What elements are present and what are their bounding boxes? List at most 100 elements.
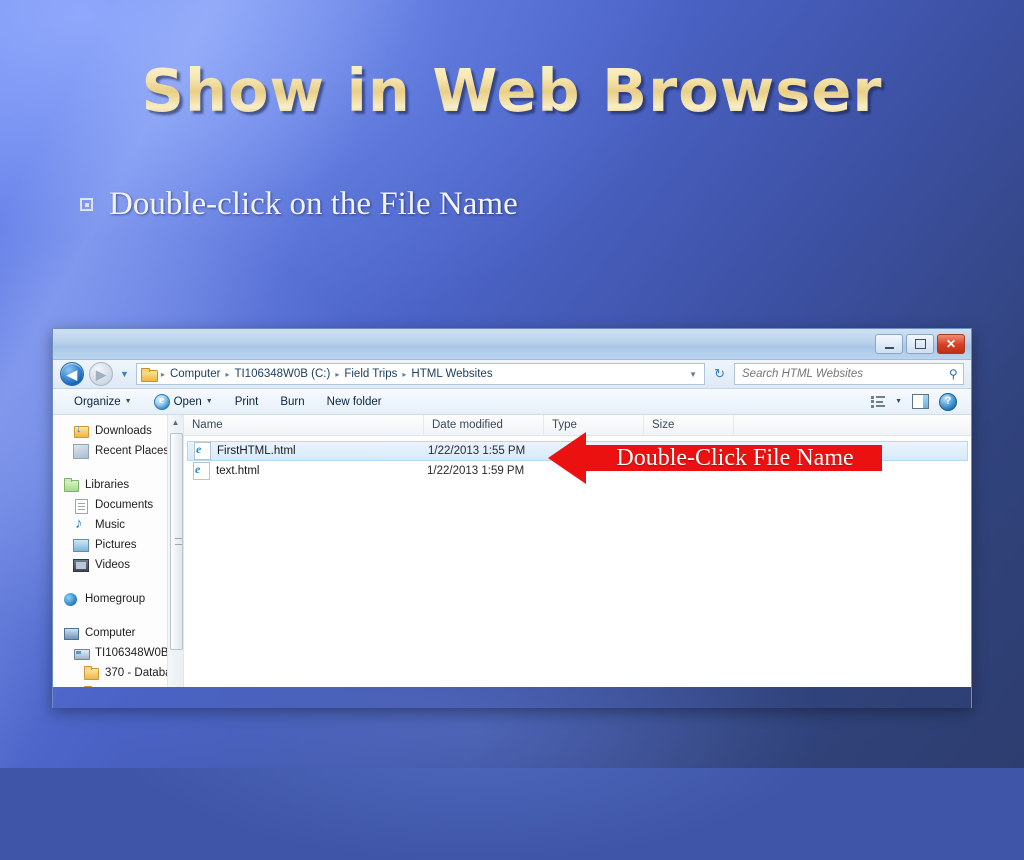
folder-icon: [140, 368, 158, 382]
search-icon[interactable]: ⚲: [949, 367, 958, 381]
windows-explorer-window: ✕ ◀ ▶ ▼ ▸ Computer ▸ TI106348W0B (C:) ▸ …: [52, 328, 972, 708]
file-name-label: FirstHTML.html: [217, 445, 296, 457]
burn-button[interactable]: Burn: [269, 391, 315, 412]
sidebar-item-documents[interactable]: Documents: [53, 495, 183, 515]
new-folder-label: New folder: [326, 395, 382, 408]
organize-button[interactable]: Organize ▼: [63, 391, 143, 412]
html-file-icon: [194, 442, 211, 460]
documents-icon: [73, 498, 89, 514]
chevron-down-icon: ▼: [205, 398, 213, 405]
back-arrow-icon: ◀: [67, 366, 77, 382]
bullet-text: Double-click on the File Name: [109, 186, 518, 222]
open-button[interactable]: Open ▼: [143, 391, 224, 412]
callout-text: Double-Click File Name: [616, 444, 854, 471]
organize-label: Organize: [74, 395, 121, 408]
help-glyph: ?: [944, 395, 952, 407]
help-icon[interactable]: ?: [939, 392, 957, 411]
print-button[interactable]: Print: [224, 391, 270, 412]
computer-icon: [63, 626, 79, 640]
close-icon: ✕: [945, 337, 957, 351]
new-folder-button[interactable]: New folder: [316, 391, 393, 412]
forward-arrow-icon: ▶: [96, 366, 106, 382]
breadcrumb[interactable]: ▸ Computer ▸ TI106348W0B (C:) ▸ Field Tr…: [135, 363, 706, 385]
pictures-icon: [73, 538, 89, 552]
sidebar-item-label: Libraries: [85, 479, 130, 491]
column-header-date[interactable]: Date modified: [424, 415, 544, 435]
music-icon: [73, 515, 89, 532]
search-input[interactable]: [740, 367, 950, 381]
sidebar-item-drive-c[interactable]: TI106348W0B (C:: [53, 643, 183, 663]
sidebar-item-downloads[interactable]: Downloads: [53, 421, 183, 441]
sidebar-item-label: Pictures: [95, 539, 137, 551]
chevron-down-icon[interactable]: ▼: [895, 398, 902, 405]
toolbar-right-group: ▼ ?: [871, 392, 961, 411]
preview-pane-icon[interactable]: [912, 394, 929, 409]
sidebar-item-label: Recent Places: [95, 445, 170, 457]
scroll-up-icon[interactable]: ▲: [168, 415, 183, 430]
sidebar-item-label: Videos: [95, 559, 130, 571]
scrollbar-thumb[interactable]: [170, 433, 183, 650]
back-button[interactable]: ◀: [60, 362, 84, 386]
videos-icon: [73, 558, 89, 572]
open-label: Open: [173, 395, 202, 408]
sidebar-item-computer[interactable]: Computer: [53, 623, 183, 643]
sidebar-item-label: Homegroup: [85, 593, 146, 605]
sidebar-item-videos[interactable]: Videos: [53, 555, 183, 575]
refresh-icon[interactable]: ↻: [710, 366, 729, 382]
sidebar-item-music[interactable]: Music: [53, 515, 183, 535]
breadcrumb-item-field-trips[interactable]: Field Trips: [344, 368, 397, 380]
breadcrumb-item-computer[interactable]: Computer: [170, 368, 221, 380]
breadcrumb-separator: ▸: [225, 369, 230, 379]
forward-button[interactable]: ▶: [89, 362, 113, 386]
sidebar-item-homegroup[interactable]: Homegroup: [53, 589, 183, 609]
breadcrumb-separator: ▸: [402, 369, 407, 379]
chevron-down-icon: ▼: [124, 398, 132, 405]
sidebar-item-pictures[interactable]: Pictures: [53, 535, 183, 555]
breadcrumb-separator: ▸: [160, 369, 165, 379]
view-options-icon[interactable]: [871, 395, 886, 408]
sidebar-item-label: Documents: [95, 499, 154, 511]
maximize-button[interactable]: [906, 334, 934, 354]
sidebar-item-label: Music: [95, 519, 126, 531]
search-box[interactable]: ⚲: [734, 363, 964, 385]
libraries-icon: [63, 478, 79, 492]
breadcrumb-separator: ▸: [335, 369, 340, 379]
minimize-button[interactable]: [875, 334, 903, 354]
window-controls: ✕: [875, 334, 965, 354]
file-name-label: text.html: [216, 465, 260, 477]
burn-label: Burn: [280, 395, 305, 408]
folder-icon: [83, 686, 99, 687]
sidebar-item-370-databases[interactable]: 370 - Databases: [53, 663, 183, 683]
sidebar-item-label: Computer: [85, 627, 136, 639]
drive-icon: [73, 646, 90, 660]
homegroup-icon: [63, 592, 79, 606]
print-label: Print: [234, 395, 259, 408]
page-title: Show in Web Browser: [0, 56, 1024, 125]
sidebar-item-libraries[interactable]: Libraries: [53, 475, 183, 495]
sidebar-scrollbar[interactable]: ▲: [167, 415, 183, 687]
breadcrumb-item-html-websites[interactable]: HTML Websites: [411, 368, 492, 380]
explorer-toolbar: Organize ▼ Open ▼ Print Burn New folder …: [53, 389, 971, 415]
address-bar: ◀ ▶ ▼ ▸ Computer ▸ TI106348W0B (C:) ▸ Fi…: [53, 360, 971, 389]
close-button[interactable]: ✕: [937, 334, 965, 354]
sidebar-item-administrative[interactable]: Administrative: [53, 683, 183, 687]
file-name-cell: FirstHTML.html: [188, 442, 428, 460]
history-dropdown-icon[interactable]: ▼: [120, 369, 129, 379]
navigation-sidebar: Downloads Recent Places Libraries Docume…: [53, 415, 184, 687]
bullet-marker-icon: [80, 198, 93, 211]
window-titlebar: ✕: [53, 329, 971, 360]
column-header-name[interactable]: Name: [184, 415, 424, 435]
html-file-icon: [193, 462, 210, 480]
sidebar-item-label: Downloads: [95, 425, 152, 437]
downloads-folder-icon: [73, 423, 89, 438]
callout-arrow: Double-Click File Name: [548, 432, 882, 484]
breadcrumb-item-drive[interactable]: TI106348W0B (C:): [234, 368, 330, 380]
chevron-down-icon[interactable]: ▼: [689, 370, 700, 379]
sidebar-item-recent-places[interactable]: Recent Places: [53, 441, 183, 461]
bullet-item: Double-click on the File Name: [80, 186, 518, 223]
internet-explorer-icon: [153, 393, 170, 410]
recent-places-icon: [73, 443, 89, 459]
